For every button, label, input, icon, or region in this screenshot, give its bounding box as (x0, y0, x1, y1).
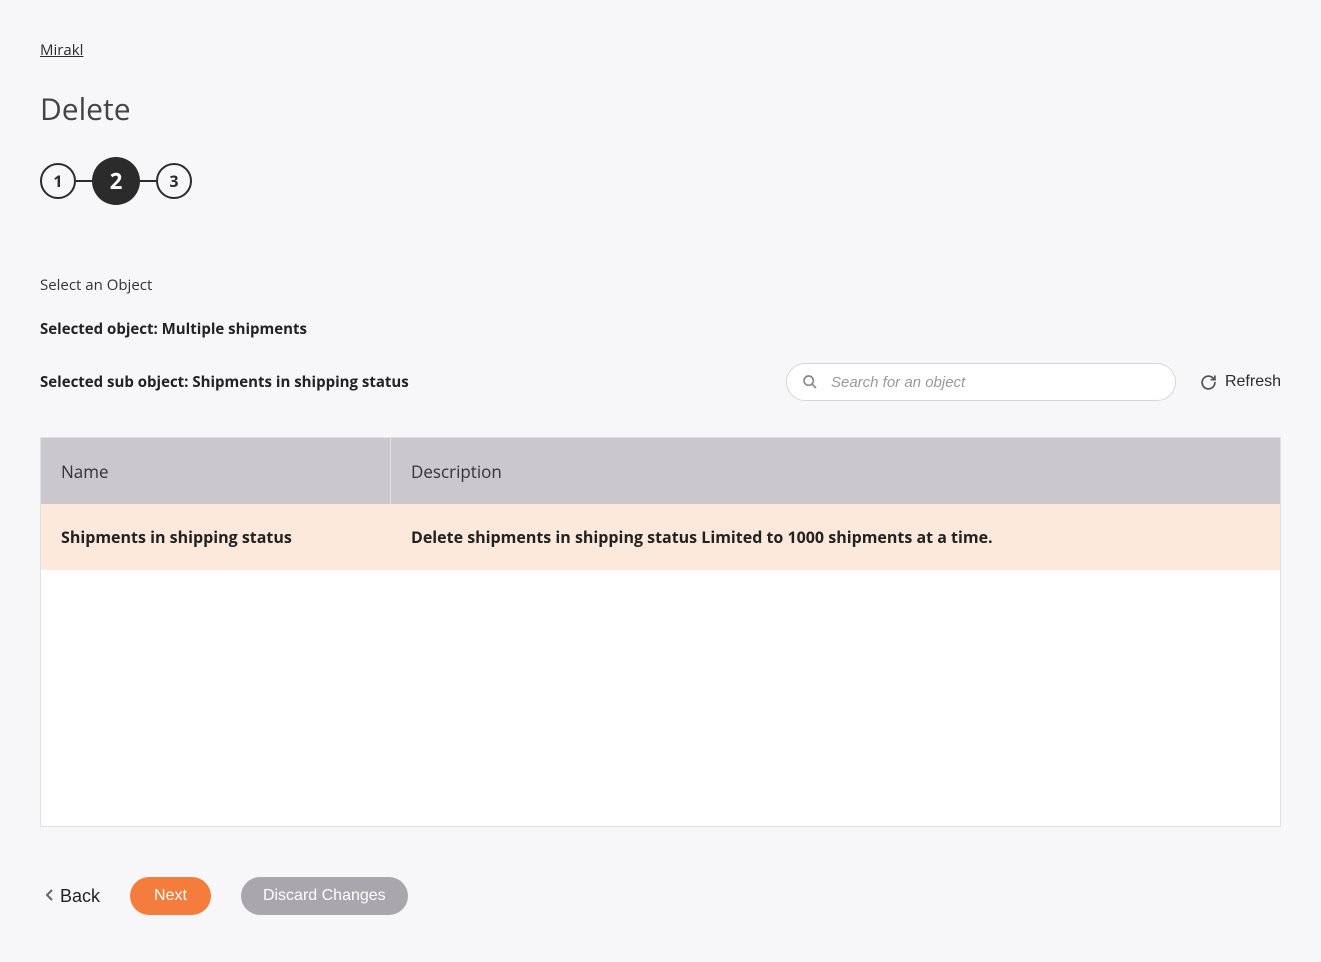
search-field-wrap (786, 363, 1176, 401)
refresh-label: Refresh (1225, 373, 1281, 391)
chevron-left-icon (46, 888, 54, 904)
step-3[interactable]: 3 (156, 163, 192, 199)
table-row[interactable]: Shipments in shipping status Delete ship… (41, 504, 1280, 570)
footer-actions: Back Next Discard Changes (40, 877, 1281, 915)
table-cell-description: Delete shipments in shipping status Limi… (391, 526, 1280, 548)
table-cell-name: Shipments in shipping status (41, 526, 391, 548)
object-table: Name Description Shipments in shipping s… (40, 437, 1281, 827)
step-connector (140, 180, 156, 182)
refresh-icon (1200, 374, 1217, 391)
selected-object-text: Selected object: Multiple shipments (40, 319, 1281, 339)
search-icon (802, 374, 818, 390)
refresh-button[interactable]: Refresh (1200, 373, 1281, 391)
table-header: Name Description (41, 438, 1280, 504)
instruction-text: Select an Object (40, 275, 1281, 295)
table-header-name: Name (41, 438, 391, 504)
page-title: Delete (40, 88, 1281, 129)
back-label: Back (60, 886, 100, 907)
stepper: 1 2 3 (40, 157, 1281, 205)
breadcrumb-link[interactable]: Mirakl (40, 40, 83, 60)
step-1[interactable]: 1 (40, 163, 76, 199)
step-connector (76, 180, 92, 182)
back-button[interactable]: Back (46, 886, 100, 907)
table-header-description: Description (391, 460, 1280, 483)
selected-subobject-text: Selected sub object: Shipments in shippi… (40, 372, 409, 392)
step-2[interactable]: 2 (92, 157, 140, 205)
search-input[interactable] (786, 363, 1176, 401)
discard-button[interactable]: Discard Changes (241, 877, 408, 915)
next-button[interactable]: Next (130, 877, 211, 915)
